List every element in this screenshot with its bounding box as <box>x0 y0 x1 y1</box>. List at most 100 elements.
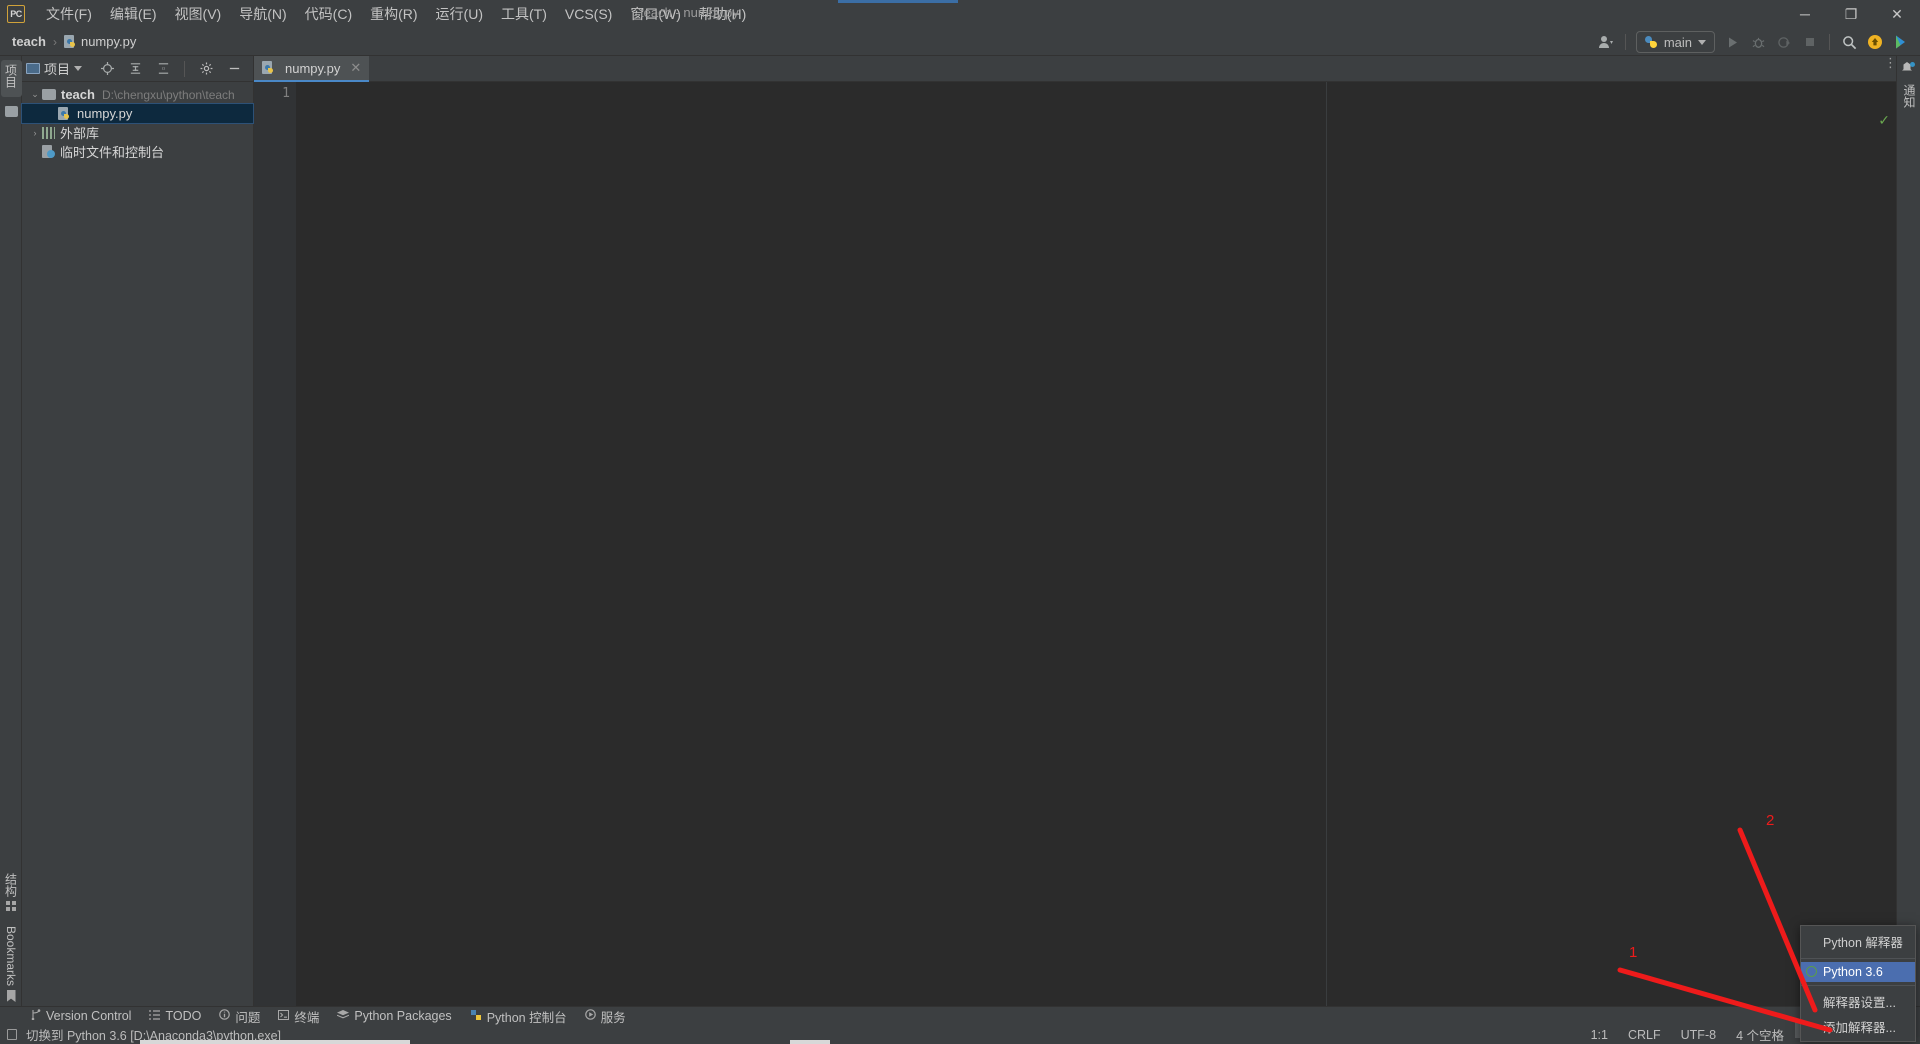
tab-numpy-py[interactable]: numpy.py ✕ <box>254 56 370 82</box>
popup-item-python-36[interactable]: Python 3.6 <box>1801 962 1915 982</box>
folder-icon[interactable] <box>4 106 18 117</box>
chevron-down-icon <box>1698 39 1706 45</box>
close-button[interactable]: ✕ <box>1874 0 1920 28</box>
structure-icon <box>5 900 17 912</box>
chevron-down-icon[interactable]: ⌄ <box>28 89 42 100</box>
menu-navigate[interactable]: 导航(N) <box>230 0 295 28</box>
menu-view[interactable]: 视图(V) <box>166 0 231 28</box>
menu-edit[interactable]: 编辑(E) <box>101 0 166 28</box>
maximize-button[interactable]: ❐ <box>1828 0 1874 28</box>
ai-assistant-icon[interactable] <box>1888 29 1914 55</box>
sidebar-item-notifications-label[interactable]: 通知 <box>1901 84 1918 108</box>
editor-options-icon[interactable]: ⋮ <box>1884 56 1897 69</box>
menu-tools[interactable]: 工具(T) <box>492 0 556 28</box>
chevron-right-icon[interactable]: › <box>28 128 42 138</box>
python-console-icon <box>470 1009 482 1024</box>
user-avatar-icon[interactable] <box>1593 29 1619 55</box>
annotation-number-1: 1 <box>1629 944 1638 961</box>
title-accent-bar <box>838 0 958 3</box>
bottom-tab-python-packages[interactable]: Python Packages <box>328 1007 460 1026</box>
taskbar-edge <box>140 1040 410 1044</box>
branch-icon <box>31 1009 41 1023</box>
tree-row-numpy-py[interactable]: numpy.py <box>21 103 254 124</box>
pycharm-window: PC 文件(F) 编辑(E) 视图(V) 导航(N) 代码(C) 重构(R) 运… <box>0 0 1920 1044</box>
left-strip-bottom: 结构 Bookmarks <box>0 873 22 1002</box>
bottom-tab-todo[interactable]: TODO <box>140 1007 210 1026</box>
python-interpreter-icon <box>1806 966 1817 977</box>
project-panel-header: 项目 <box>22 56 253 82</box>
popup-item-add-interpreter[interactable]: 添加解释器... <box>1801 1014 1915 1039</box>
library-icon <box>42 126 55 139</box>
left-tool-strip: 项目 结构 Bookmarks <box>0 56 22 1006</box>
popup-divider <box>1801 958 1915 959</box>
select-opened-file-button[interactable] <box>94 56 120 82</box>
taskbar-edge-2 <box>790 1040 830 1044</box>
tab-label: numpy.py <box>285 60 341 76</box>
hide-panel-button[interactable] <box>221 56 247 82</box>
code-editor[interactable]: ✓ <box>296 82 1896 1006</box>
toolbar-divider-2 <box>1829 34 1830 50</box>
minimize-button[interactable]: ─ <box>1782 0 1828 28</box>
navigation-bar: teach › numpy.py main <box>0 28 1920 56</box>
menu-run[interactable]: 运行(U) <box>427 0 492 28</box>
bottom-tab-problems[interactable]: 问题 <box>210 1007 269 1026</box>
scratches-icon <box>42 145 55 158</box>
pycharm-logo-icon: PC <box>7 5 25 23</box>
editor-tab-strip: numpy.py ✕ ⋮ <box>254 56 1897 82</box>
line-number-1: 1 <box>282 86 290 101</box>
indent-setting[interactable]: 4 个空格 <box>1726 1025 1794 1044</box>
menu-code[interactable]: 代码(C) <box>296 0 361 28</box>
menu-vcs[interactable]: VCS(S) <box>556 2 621 26</box>
gear-icon[interactable] <box>193 56 219 82</box>
chevron-down-icon[interactable] <box>74 66 83 71</box>
bottom-tab-version-control[interactable]: Version Control <box>22 1007 140 1026</box>
sidebar-item-bookmarks-label[interactable]: Bookmarks <box>4 926 18 986</box>
inspection-status-icon[interactable]: ✓ <box>1878 112 1890 129</box>
collapse-all-button[interactable] <box>150 56 176 82</box>
bottom-tab-label: TODO <box>165 1009 202 1023</box>
bottom-tab-terminal[interactable]: 终端 <box>269 1007 328 1026</box>
editor-area: numpy.py ✕ ⋮ 1 ✓ <box>254 56 1897 1006</box>
bottom-tab-label: Version Control <box>46 1009 132 1023</box>
editor-gutter[interactable]: 1 <box>254 82 296 1006</box>
bottom-tab-services[interactable]: 服务 <box>576 1007 635 1026</box>
sidebar-item-project[interactable]: 项目 <box>0 60 22 97</box>
search-everywhere-icon[interactable] <box>1836 29 1862 55</box>
file-encoding[interactable]: UTF-8 <box>1671 1028 1726 1042</box>
notifications-icon[interactable] <box>1902 62 1915 75</box>
right-margin-guide <box>1326 82 1327 1006</box>
caret-position[interactable]: 1:1 <box>1581 1028 1618 1042</box>
line-separator[interactable]: CRLF <box>1618 1028 1671 1042</box>
tree-row-teach[interactable]: ⌄ teach D:\chengxu\python\teach <box>22 85 253 104</box>
python-file-icon <box>58 106 71 121</box>
bottom-tool-bar: Version Control TODO 问题 终端 Python Packag… <box>0 1006 1920 1025</box>
expand-all-button[interactable] <box>122 56 148 82</box>
updates-icon[interactable] <box>1862 29 1888 55</box>
menu-refactor[interactable]: 重构(R) <box>361 0 426 28</box>
sidebar-item-structure-label[interactable]: 结构 <box>3 873 20 897</box>
popup-divider-2 <box>1801 985 1915 986</box>
close-icon[interactable]: ✕ <box>350 60 361 76</box>
project-tool-window: 项目 ⌄ teach D:\chengxu\python\teach numpy… <box>21 56 254 1006</box>
run-configuration-selector[interactable]: main <box>1635 31 1715 53</box>
run-button[interactable] <box>1719 29 1745 55</box>
window-title: teach - numpy.py <box>640 5 739 20</box>
menu-file[interactable]: 文件(F) <box>37 0 101 28</box>
todo-list-icon <box>149 1009 161 1023</box>
annotation-number-2: 2 <box>1766 812 1775 829</box>
python-file-icon <box>63 34 77 49</box>
folder-icon <box>42 89 56 100</box>
popup-item-interpreter-settings[interactable]: 解释器设置... <box>1801 989 1915 1014</box>
breadcrumb-project[interactable]: teach <box>12 34 46 49</box>
tree-row-external-libraries[interactable]: › 外部库 <box>22 123 253 142</box>
run-with-coverage-button[interactable] <box>1771 29 1797 55</box>
debug-button[interactable] <box>1745 29 1771 55</box>
bottom-tab-python-console[interactable]: Python 控制台 <box>461 1007 576 1026</box>
bottom-tab-label: Python Packages <box>354 1009 452 1023</box>
breadcrumb-file[interactable]: numpy.py <box>81 34 136 49</box>
tree-label-teach: teach <box>61 87 95 102</box>
stop-button[interactable] <box>1797 29 1823 55</box>
status-message-icon <box>7 1029 17 1040</box>
bottom-tab-label: Python 控制台 <box>486 1010 567 1025</box>
tree-row-scratches[interactable]: 临时文件和控制台 <box>22 142 253 161</box>
